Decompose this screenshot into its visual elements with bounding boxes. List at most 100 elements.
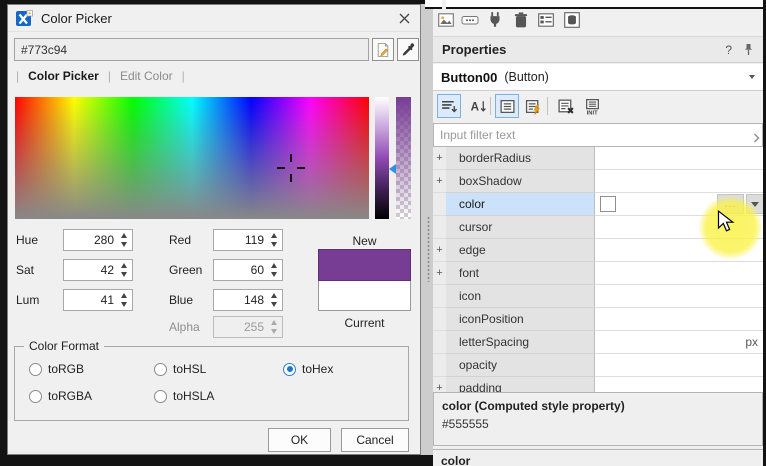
tab-edit-color[interactable]: Edit Color — [120, 69, 173, 83]
property-value[interactable] — [594, 354, 763, 377]
hsl-spinner-hue[interactable]: 280 — [63, 229, 133, 251]
property-name: borderRadius — [446, 147, 594, 170]
selected-widget-row[interactable]: Button00 (Button) — [433, 64, 763, 91]
background-edge — [0, 455, 433, 466]
edit-color-button[interactable] — [372, 38, 394, 61]
button-icon[interactable] — [461, 11, 479, 29]
spin-down-icon — [271, 329, 277, 334]
properties-title: Properties — [442, 42, 506, 57]
spin-down-icon[interactable] — [121, 302, 127, 307]
screenshot-root: Properties ? Button00 (Button) AINIT +bo… — [0, 0, 766, 466]
color-crosshair-marker[interactable] — [277, 154, 305, 182]
show-all-properties-icon[interactable] — [495, 94, 519, 118]
eyedropper-icon[interactable] — [397, 38, 419, 61]
color-swatch[interactable] — [600, 196, 616, 212]
hsl-spinner-lum[interactable]: 41 — [63, 289, 133, 311]
property-value[interactable] — [594, 377, 763, 392]
plug-icon[interactable] — [486, 11, 504, 29]
spinner-arrows[interactable] — [119, 263, 129, 277]
tab-separator: | — [108, 69, 111, 83]
chevron-right-icon[interactable] — [753, 130, 760, 148]
spinner-arrows[interactable] — [119, 293, 129, 307]
filter-input[interactable] — [433, 123, 763, 147]
spinner-arrows[interactable] — [269, 263, 279, 277]
property-row-opacity[interactable]: opacity — [433, 354, 763, 377]
property-row-icon[interactable]: icon — [433, 285, 763, 308]
spin-up-icon[interactable] — [121, 263, 127, 268]
cancel-button[interactable]: Cancel — [341, 428, 409, 452]
spin-up-icon[interactable] — [121, 233, 127, 238]
expand-toggle[interactable]: + — [433, 377, 446, 392]
expand-toggle[interactable]: + — [433, 239, 446, 262]
show-changed-properties-icon[interactable] — [521, 94, 545, 118]
tab-separator: | — [182, 69, 185, 83]
close-icon[interactable] — [396, 10, 412, 26]
property-row-iconPosition[interactable]: iconPosition — [433, 308, 763, 331]
spin-up-icon[interactable] — [271, 263, 277, 268]
spinner-arrows[interactable] — [119, 233, 129, 247]
expand-toggle[interactable]: + — [433, 147, 446, 170]
spin-down-icon[interactable] — [271, 242, 277, 247]
reset-property-icon[interactable] — [554, 94, 578, 118]
spinner-value: 41 — [101, 293, 114, 307]
spinner-arrows[interactable] — [269, 233, 279, 247]
property-row-padding[interactable]: +padding — [433, 377, 763, 392]
property-info-box: color (Computed style property) #555555 — [433, 392, 763, 446]
init-property-icon[interactable]: INIT — [580, 94, 604, 118]
spin-down-icon[interactable] — [271, 272, 277, 277]
luminance-strip[interactable] — [375, 97, 389, 219]
expand-toggle[interactable]: + — [433, 262, 446, 285]
rgb-spinner-blue[interactable]: 148 — [213, 289, 283, 311]
property-value[interactable] — [594, 147, 763, 170]
radio-tohsl[interactable]: toHSL — [154, 362, 206, 376]
luminance-marker-icon[interactable] — [389, 164, 396, 174]
spinner-value: 148 — [244, 293, 264, 307]
hsl-label-sat: Sat — [16, 263, 34, 277]
property-value[interactable]: px — [594, 331, 763, 354]
spin-up-icon[interactable] — [271, 233, 277, 238]
sort-alpha-icon[interactable]: A — [466, 94, 490, 118]
spin-down-icon[interactable] — [121, 272, 127, 277]
property-value[interactable] — [594, 262, 763, 285]
radio-torgb[interactable]: toRGB — [29, 362, 84, 376]
radio-tohex[interactable]: toHex — [283, 362, 333, 376]
spin-up-icon[interactable] — [271, 293, 277, 298]
hex-color-input[interactable] — [14, 38, 369, 61]
property-value[interactable] — [594, 170, 763, 193]
radio-label: toRGB — [48, 362, 84, 376]
sort-categorized-icon[interactable] — [437, 94, 461, 118]
radio-torgba[interactable]: toRGBA — [29, 389, 92, 403]
rgb-spinner-green[interactable]: 60 — [213, 259, 283, 281]
property-row-font[interactable]: +font — [433, 262, 763, 285]
property-name: color — [446, 193, 594, 216]
alpha-strip[interactable] — [396, 97, 411, 219]
property-row-letterSpacing[interactable]: letterSpacingpx — [433, 331, 763, 354]
rgb-spinner-red[interactable]: 119 — [213, 229, 283, 251]
property-value[interactable] — [594, 308, 763, 331]
saturation-gradient-area[interactable] — [15, 97, 369, 219]
dialog-titlebar[interactable]: Color Picker — [8, 5, 420, 32]
trash-icon[interactable] — [512, 11, 530, 29]
radio-tohsla[interactable]: toHSLA — [154, 389, 214, 403]
property-row-boxShadow[interactable]: +boxShadow — [433, 170, 763, 193]
spin-up-icon[interactable] — [121, 293, 127, 298]
spinner-arrows[interactable] — [269, 293, 279, 307]
ok-button[interactable]: OK — [268, 428, 331, 452]
spin-down-icon[interactable] — [271, 302, 277, 307]
form-icon[interactable] — [537, 11, 555, 29]
tab-color-picker[interactable]: Color Picker — [28, 69, 99, 83]
splitter-handle[interactable] — [427, 216, 430, 282]
pin-icon[interactable] — [743, 43, 754, 56]
expand-toggle[interactable]: + — [433, 170, 446, 193]
spin-down-icon[interactable] — [121, 242, 127, 247]
property-value[interactable] — [594, 285, 763, 308]
properties-toolbar: A INIT — [433, 91, 763, 123]
help-icon[interactable]: ? — [725, 43, 732, 57]
hsl-spinner-sat[interactable]: 42 — [63, 259, 133, 281]
widget-dropdown-icon[interactable] — [749, 75, 755, 79]
image-icon[interactable] — [437, 11, 455, 29]
database-icon[interactable] — [563, 11, 581, 29]
property-name: font — [446, 262, 594, 285]
spinner-value: 119 — [245, 233, 264, 247]
property-row-borderRadius[interactable]: +borderRadius — [433, 147, 763, 170]
